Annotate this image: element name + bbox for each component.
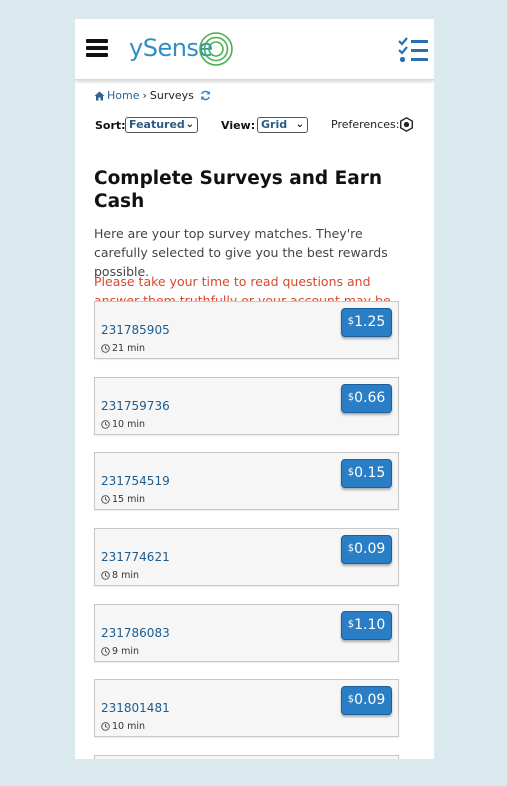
- preferences-label: Preferences:: [331, 118, 400, 131]
- survey-duration-text: 10 min: [112, 721, 146, 732]
- survey-card[interactable]: 231774621 8 min $0.09: [94, 528, 399, 586]
- page-container: ySense Home › Surveys Sort: Featured ⌄ V…: [75, 19, 434, 759]
- currency-symbol: $: [347, 619, 355, 630]
- reward-amount: 0.66: [354, 390, 386, 406]
- survey-id[interactable]: 231754519: [101, 474, 170, 488]
- survey-id[interactable]: 231774621: [101, 550, 170, 564]
- survey-card[interactable]: 231786083 9 min $1.10: [94, 604, 399, 662]
- clock-icon: [101, 647, 110, 656]
- reward-amount: 1.10: [354, 617, 386, 633]
- view-label: View:: [221, 119, 256, 132]
- survey-id[interactable]: 231786083: [101, 626, 170, 640]
- survey-id[interactable]: 231785905: [101, 323, 170, 337]
- view-select[interactable]: Grid ⌄: [257, 117, 308, 133]
- gear-icon[interactable]: [399, 117, 414, 132]
- survey-duration-text: 15 min: [112, 494, 146, 505]
- survey-card[interactable]: 231801481 10 min $0.09: [94, 679, 399, 737]
- clock-icon: [101, 571, 110, 580]
- survey-card[interactable]: 231759736 10 min $0.66: [94, 377, 399, 435]
- survey-card[interactable]: 231754519 15 min $0.15: [94, 452, 399, 510]
- main-content: Home › Surveys Sort: Featured ⌄ View: Gr…: [75, 79, 434, 759]
- survey-duration: 8 min: [101, 570, 139, 581]
- reward-amount: 1.25: [354, 314, 386, 330]
- currency-symbol: $: [347, 316, 355, 327]
- clock-icon: [101, 420, 110, 429]
- sort-label: Sort:: [95, 119, 126, 132]
- survey-duration-text: 9 min: [112, 646, 139, 657]
- menu-icon[interactable]: [86, 39, 108, 57]
- breadcrumb-home-label: Home: [107, 89, 140, 102]
- survey-reward-button[interactable]: $0.09: [341, 686, 392, 715]
- survey-duration: 10 min: [101, 721, 145, 732]
- survey-card[interactable]: 231785905 21 min $1.25: [94, 301, 399, 359]
- survey-duration-text: 10 min: [112, 419, 146, 430]
- survey-reward-button[interactable]: $0.15: [341, 459, 392, 488]
- survey-reward-button[interactable]: $1.25: [341, 308, 392, 337]
- sort-select[interactable]: Featured ⌄: [125, 117, 198, 133]
- home-icon: [94, 91, 105, 100]
- clock-icon: [101, 344, 110, 353]
- chevron-down-icon: ⌄: [185, 119, 194, 130]
- survey-duration: 9 min: [101, 646, 139, 657]
- page-title: Complete Surveys and Earn Cash: [94, 168, 383, 212]
- currency-symbol: $: [347, 694, 355, 705]
- chevron-down-icon: ⌄: [295, 119, 304, 130]
- reward-amount: 0.15: [354, 465, 386, 481]
- currency-symbol: $: [347, 392, 355, 403]
- survey-reward-button[interactable]: $0.66: [341, 384, 392, 413]
- survey-card-partial[interactable]: [94, 755, 399, 759]
- breadcrumb-current: Surveys: [149, 89, 194, 102]
- clock-icon: [101, 722, 110, 731]
- currency-symbol: $: [347, 467, 355, 478]
- currency-symbol: $: [347, 543, 355, 554]
- breadcrumb: Home › Surveys: [94, 89, 211, 102]
- reward-amount: 0.09: [354, 692, 386, 708]
- survey-controls: Sort: Featured ⌄ View: Grid ⌄ Preference…: [95, 117, 415, 135]
- survey-duration: 21 min: [101, 343, 145, 354]
- survey-duration: 15 min: [101, 494, 145, 505]
- reward-amount: 0.09: [354, 541, 386, 557]
- survey-id[interactable]: 231759736: [101, 399, 170, 413]
- top-header: ySense: [75, 19, 434, 80]
- refresh-icon[interactable]: [200, 90, 211, 101]
- survey-duration: 10 min: [101, 419, 145, 430]
- clock-icon: [101, 495, 110, 504]
- survey-id[interactable]: 231801481: [101, 701, 170, 715]
- task-list-icon[interactable]: [398, 37, 429, 63]
- breadcrumb-separator: ›: [142, 89, 147, 102]
- survey-reward-button[interactable]: $0.09: [341, 535, 392, 564]
- ysense-logo[interactable]: ySense: [129, 30, 234, 70]
- sort-select-value: Featured: [129, 118, 185, 131]
- survey-duration-text: 8 min: [112, 570, 139, 581]
- survey-reward-button[interactable]: $1.10: [341, 611, 392, 640]
- survey-duration-text: 21 min: [112, 343, 146, 354]
- view-select-value: Grid: [261, 118, 288, 131]
- logo-rings-icon: [199, 32, 233, 66]
- breadcrumb-home[interactable]: Home: [94, 89, 139, 102]
